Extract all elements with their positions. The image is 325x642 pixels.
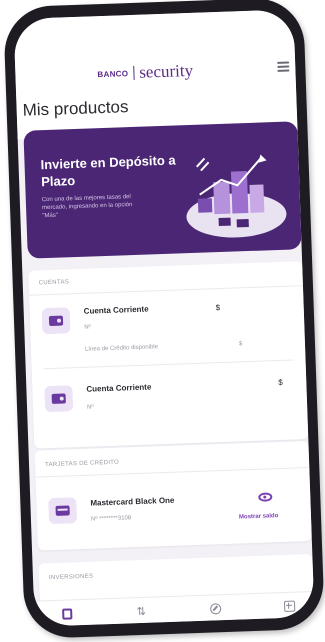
page-title: Mis productos (22, 97, 129, 120)
accounts-card: CUENTAS Cuenta Corriente Nº $ Línea de C… (28, 261, 309, 449)
hamburger-menu-icon[interactable] (277, 61, 290, 72)
promo-banner[interactable]: Invierte en Depósito a Plazo Con una de … (23, 121, 302, 259)
card-glyph (55, 505, 70, 516)
account-name[interactable]: Cuenta Corriente (86, 382, 151, 393)
logo-security-text: security (138, 60, 194, 82)
banner-title: Invierte en Depósito a Plazo (40, 152, 176, 190)
wallet-glyph (48, 315, 64, 327)
account-balance: $ (278, 377, 283, 388)
credit-cards-card: TARJETAS DE CRÉDITO Mastercard Black One… (34, 441, 312, 551)
section-label-inversiones: INVERSIONES (48, 573, 94, 582)
credit-line-label: Línea de Crédito disponible (84, 344, 159, 353)
illustration-coin-stack (218, 217, 231, 227)
wallet-icon (41, 307, 71, 335)
illustration-bar (249, 184, 265, 213)
section-label-cuentas: CUENTAS (38, 279, 70, 287)
logo-banco-text: BANCO (97, 68, 129, 79)
account-balance: $ (215, 303, 221, 313)
show-balance-link[interactable]: Mostrar saldo (239, 513, 279, 520)
credit-card-icon (48, 497, 78, 525)
payments-glyph (209, 602, 221, 615)
section-label-tarjetas: TARJETAS DE CRÉDITO (44, 459, 120, 469)
divider (35, 467, 310, 478)
divider (29, 285, 303, 296)
account-name[interactable]: Cuenta Corriente (84, 305, 149, 316)
app-header: BANCO security Mis productos (13, 9, 298, 139)
payments-icon[interactable] (208, 601, 222, 615)
menu-line (277, 61, 290, 64)
banner-text: Con una de las mejores tasas del mercado… (41, 194, 133, 220)
phone-frame: BANCO security Mis productos Invierte en… (3, 0, 325, 640)
bank-logo[interactable]: BANCO security (97, 61, 193, 84)
divider (43, 359, 294, 370)
transfer-arrows-icon[interactable]: ⇅ (134, 604, 148, 618)
account-number: Nº (84, 324, 91, 331)
products-icon[interactable] (60, 606, 74, 620)
credit-line-amount: $ (238, 341, 243, 348)
illustration-coin-stack (236, 218, 249, 228)
illustration-cube (197, 198, 213, 213)
illustration-sparkle (196, 157, 210, 172)
eye-icon[interactable] (258, 492, 273, 502)
more-glyph (283, 600, 295, 612)
app-screen: BANCO security Mis productos Invierte en… (13, 9, 315, 627)
wallet-icon (44, 385, 74, 413)
illustration-arrow (258, 154, 267, 163)
investment-illustration (186, 154, 287, 238)
wallet-glyph (51, 393, 66, 404)
products-glyph (62, 607, 73, 620)
illustration-bar (213, 181, 231, 215)
card-number: Nº ********3108 (90, 515, 132, 523)
illustration-bar (230, 171, 249, 214)
card-name[interactable]: Mastercard Black One (90, 496, 174, 508)
menu-line (277, 65, 290, 68)
more-plus-icon[interactable] (282, 599, 296, 613)
account-number: Nº (86, 404, 94, 411)
menu-line (277, 69, 290, 72)
logo-separator (133, 65, 135, 80)
